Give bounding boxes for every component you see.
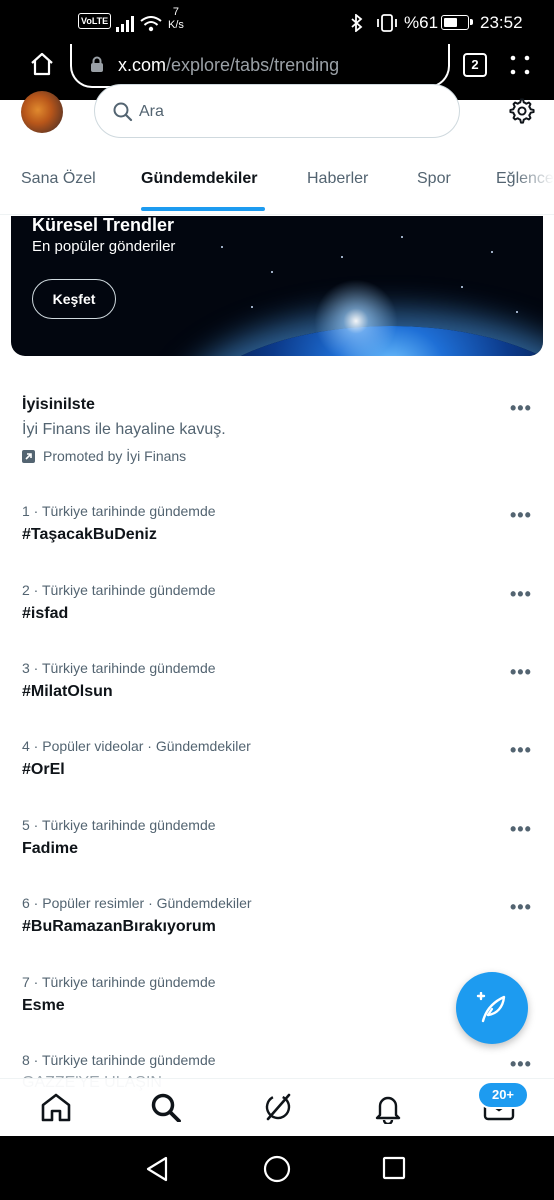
explore-tab-icon[interactable] bbox=[150, 1092, 182, 1122]
back-icon[interactable] bbox=[145, 1156, 171, 1182]
banner-title: Küresel Trendler bbox=[32, 216, 175, 235]
tab-switcher-button[interactable]: 2 bbox=[463, 53, 487, 77]
more-options-icon[interactable]: ••• bbox=[510, 505, 532, 526]
global-trends-banner[interactable]: Küresel Trendler En popüler gönderiler K… bbox=[11, 216, 543, 356]
search-input[interactable]: Ara bbox=[94, 84, 460, 138]
tab-haberler[interactable]: Haberler bbox=[307, 170, 368, 188]
bottom-nav bbox=[0, 1078, 554, 1137]
wifi-icon bbox=[140, 16, 162, 32]
more-options-icon[interactable]: ••• bbox=[510, 819, 532, 840]
tabs-fade bbox=[514, 150, 554, 214]
grok-tab-icon[interactable] bbox=[262, 1092, 294, 1122]
more-options-icon[interactable]: ••• bbox=[510, 584, 532, 605]
sun-glow bbox=[311, 276, 401, 356]
signal-icon bbox=[116, 16, 134, 32]
more-options-icon[interactable]: ••• bbox=[510, 662, 532, 683]
banner-subtitle: En popüler gönderiler bbox=[32, 238, 176, 255]
search-icon bbox=[113, 102, 133, 122]
volte-indicator: VoLTE bbox=[78, 13, 112, 29]
recents-square-icon[interactable] bbox=[382, 1156, 406, 1180]
url-text[interactable]: x.com/explore/tabs/trending bbox=[118, 55, 339, 76]
battery-percent: %61 bbox=[404, 13, 439, 32]
active-tab-indicator bbox=[141, 207, 265, 211]
tab-gundemdekiler[interactable]: Gündemdekiler bbox=[141, 170, 257, 188]
promoted-arrow-icon bbox=[22, 450, 35, 463]
network-speed: 7 K/s bbox=[168, 6, 184, 31]
battery-icon bbox=[441, 15, 473, 30]
promoted-description: İyi Finans ile hayaline kavuş. bbox=[22, 421, 226, 438]
system-navigation-bar bbox=[0, 1136, 554, 1200]
tab-spor[interactable]: Spor bbox=[417, 170, 451, 188]
avatar[interactable] bbox=[21, 91, 63, 133]
compose-feather-icon bbox=[476, 992, 506, 1023]
status-bar: VoLTE 7 K/s %61 23:52 bbox=[0, 0, 554, 46]
compose-post-button[interactable] bbox=[456, 972, 528, 1044]
clock: 23:52 bbox=[480, 13, 523, 32]
settings-gear-icon[interactable] bbox=[509, 98, 535, 124]
promoted-title: İyisinilste bbox=[22, 396, 95, 413]
more-options-icon[interactable]: ••• bbox=[510, 398, 532, 419]
menu-dots-icon[interactable] bbox=[509, 54, 531, 76]
vibrate-icon bbox=[377, 14, 397, 32]
home-tab-icon[interactable] bbox=[40, 1092, 72, 1122]
search-placeholder: Ara bbox=[139, 103, 164, 120]
tab-sana-ozel[interactable]: Sana Özel bbox=[21, 170, 96, 188]
notifications-bell-icon[interactable] bbox=[372, 1092, 404, 1124]
promoted-label: Promoted by İyi Finans bbox=[22, 448, 186, 464]
lock-icon bbox=[91, 56, 103, 72]
explore-tabs: Sana Özel Gündemdekiler Haberler Spor Eğ… bbox=[0, 150, 554, 215]
bluetooth-icon bbox=[351, 14, 363, 32]
more-options-icon[interactable]: ••• bbox=[510, 897, 532, 918]
messages-badge: 20+ bbox=[477, 1081, 529, 1109]
home-icon[interactable] bbox=[30, 52, 54, 76]
explore-button[interactable]: Keşfet bbox=[32, 279, 116, 319]
more-options-icon[interactable]: ••• bbox=[510, 1054, 532, 1075]
home-circle-icon[interactable] bbox=[263, 1155, 291, 1183]
more-options-icon[interactable]: ••• bbox=[510, 740, 532, 761]
